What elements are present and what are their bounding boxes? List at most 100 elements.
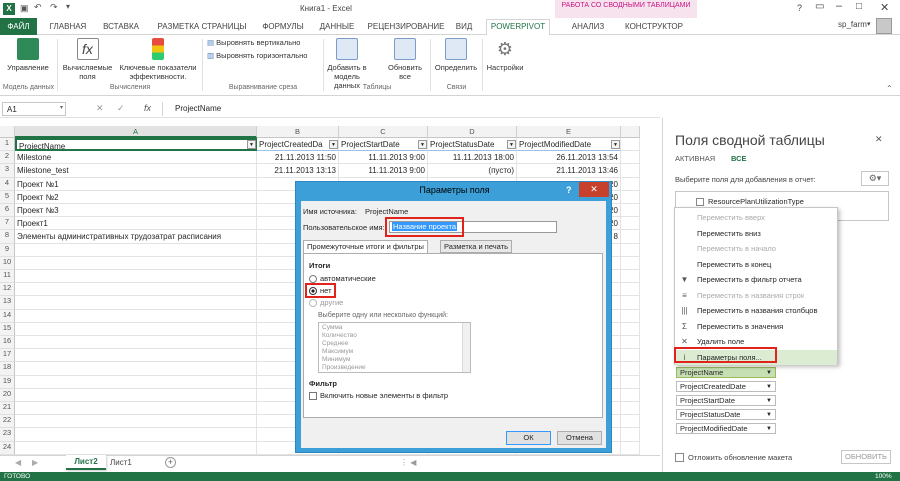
tab-powerpivot[interactable]: POWERPIVOT	[486, 19, 550, 35]
select-all[interactable]	[0, 126, 15, 138]
empty-cell[interactable]	[621, 402, 640, 416]
row-header[interactable]: 21	[0, 402, 15, 416]
empty-cell[interactable]	[621, 375, 640, 389]
sheet-tab-active[interactable]: Лист2	[66, 455, 106, 470]
account-dropdown-icon[interactable]: ▾	[867, 20, 871, 28]
table-cell[interactable]: Элементы административных трудозатрат ра…	[15, 230, 257, 244]
context-menu-item[interactable]: Переместить в конец	[675, 257, 837, 272]
empty-cell[interactable]	[15, 309, 257, 323]
row-header[interactable]: 5	[0, 190, 15, 204]
tab-subtotals[interactable]: Промежуточные итоги и фильтры	[303, 240, 428, 254]
empty-cell[interactable]	[15, 336, 257, 350]
filter-dropdown-icon[interactable]: ▼	[611, 140, 620, 149]
empty-cell[interactable]	[621, 336, 640, 350]
row-field-projectname[interactable]: ProjectName ▼	[676, 367, 776, 378]
empty-cell[interactable]	[15, 283, 257, 297]
row-header[interactable]: 7	[0, 217, 15, 231]
filter-dropdown-icon[interactable]: ▼	[418, 140, 427, 149]
empty-cell[interactable]	[15, 270, 257, 284]
minimize-button[interactable]: –	[836, 0, 842, 12]
table-cell[interactable]: Проект №2	[15, 190, 257, 204]
row-header[interactable]: 9	[0, 243, 15, 257]
empty-cell[interactable]	[621, 362, 640, 376]
filter-dropdown-icon[interactable]: ▼	[507, 140, 516, 149]
empty-cell[interactable]	[15, 388, 257, 402]
row-header[interactable]: 19	[0, 375, 15, 389]
function-option[interactable]: Минимум	[322, 356, 350, 364]
col-header-c[interactable]: C	[339, 126, 428, 138]
empty-cell[interactable]	[621, 164, 640, 178]
functions-scrollbar[interactable]	[462, 323, 470, 372]
save-icon[interactable]: ▣	[20, 3, 29, 14]
empty-cell[interactable]	[621, 230, 640, 244]
add-to-model-button[interactable]: Добавить в модель данных	[327, 38, 367, 90]
row-header[interactable]: 18	[0, 362, 15, 376]
context-menu-item[interactable]: Переместить в начало	[675, 241, 837, 256]
row-header[interactable]: 22	[0, 415, 15, 429]
help-button[interactable]: ?	[797, 3, 802, 13]
row-field-statusdate[interactable]: ProjectStatusDate ▼	[676, 409, 776, 420]
row-header[interactable]: 8	[0, 230, 15, 244]
radio-automatic[interactable]	[309, 275, 317, 283]
table-cell[interactable]: Проект1	[15, 217, 257, 231]
row-header[interactable]: 14	[0, 309, 15, 323]
filter-dropdown-icon[interactable]: ▼	[329, 140, 338, 149]
row-header[interactable]: 6	[0, 204, 15, 218]
restore-ribbon-icon[interactable]: ▭	[815, 1, 824, 12]
tab-active-fields[interactable]: АКТИВНАЯ	[675, 154, 715, 163]
context-menu-item[interactable]: ▼ Переместить в фильтр отчета	[675, 272, 837, 287]
row-header[interactable]: 20	[0, 388, 15, 402]
empty-cell[interactable]	[621, 256, 640, 270]
formula-input[interactable]: ProjectName	[162, 102, 657, 116]
row-header[interactable]: 17	[0, 349, 15, 363]
tab-review[interactable]: РЕЦЕНЗИРОВАНИЕ	[366, 20, 446, 34]
next-sheet-icon[interactable]: ▶	[32, 458, 38, 467]
table-cell[interactable]: Проект №1	[15, 177, 257, 191]
align-vertical-button[interactable]: ▤ Выровнять вертикально	[207, 38, 300, 47]
empty-cell[interactable]	[15, 243, 257, 257]
radio-custom[interactable]	[309, 299, 317, 307]
account-name[interactable]: sp_farm	[838, 20, 867, 29]
pane-close-icon[interactable]: ✕	[875, 134, 883, 145]
maximize-button[interactable]: □	[856, 1, 862, 12]
filter-dropdown-icon[interactable]: ▼	[247, 140, 256, 149]
tab-layout[interactable]: Разметка и печать	[440, 240, 513, 253]
empty-cell[interactable]	[621, 177, 640, 191]
function-option[interactable]: Среднее	[322, 340, 348, 348]
empty-cell[interactable]	[621, 204, 640, 218]
table-cell[interactable]: Milestone_test	[15, 164, 257, 178]
prev-sheet-icon[interactable]: ◀	[15, 458, 21, 467]
collapse-ribbon-icon[interactable]: ⌃	[886, 84, 893, 93]
col-header-e[interactable]: E	[517, 126, 621, 138]
zoom-level[interactable]: 100%	[875, 472, 892, 481]
name-box[interactable]: A1	[2, 102, 66, 116]
context-menu-item[interactable]: Переместить вверх	[675, 210, 837, 225]
horizontal-scrollbar[interactable]: ⋮ ◀	[400, 458, 416, 467]
empty-cell[interactable]	[15, 415, 257, 429]
empty-cell[interactable]	[621, 415, 640, 429]
field-checkbox[interactable]	[696, 198, 704, 206]
row-header[interactable]: 13	[0, 296, 15, 310]
row-field-startdate[interactable]: ProjectStartDate ▼	[676, 395, 776, 406]
calc-fields-button[interactable]: fx Вычисляемые поля	[60, 38, 115, 81]
cancel-entry-icon[interactable]: ✕	[96, 103, 104, 114]
row-header[interactable]: 1	[0, 138, 15, 152]
context-menu-item[interactable]: Переместить вниз	[675, 226, 837, 241]
functions-list[interactable]: Сумма Количество Среднее Максимум Минимум Про…	[318, 322, 471, 373]
col-header-f[interactable]	[621, 126, 640, 138]
confirm-entry-icon[interactable]: ✓	[117, 103, 125, 114]
tab-design[interactable]: КОНСТРУКТОР	[618, 20, 690, 34]
settings-button[interactable]: ⚙ Настройки	[485, 38, 525, 72]
dialog-close-button[interactable]: ✕	[579, 182, 609, 197]
qat-menu-icon[interactable]: ▾	[66, 2, 70, 11]
col-header-d[interactable]: D	[428, 126, 517, 138]
tab-all-fields[interactable]: ВСЕ	[731, 154, 747, 163]
tab-insert[interactable]: ВСТАВКА	[99, 20, 143, 34]
row-field-modifieddate[interactable]: ProjectModifiedDate ▼	[676, 423, 776, 434]
detect-button[interactable]: Определить	[432, 38, 480, 72]
empty-cell[interactable]	[621, 309, 640, 323]
tab-formulas[interactable]: ФОРМУЛЫ	[258, 20, 308, 34]
empty-cell[interactable]	[15, 375, 257, 389]
context-menu-item[interactable]: ||| Переместить в названия столбцов	[675, 303, 837, 318]
empty-cell[interactable]	[15, 322, 257, 336]
